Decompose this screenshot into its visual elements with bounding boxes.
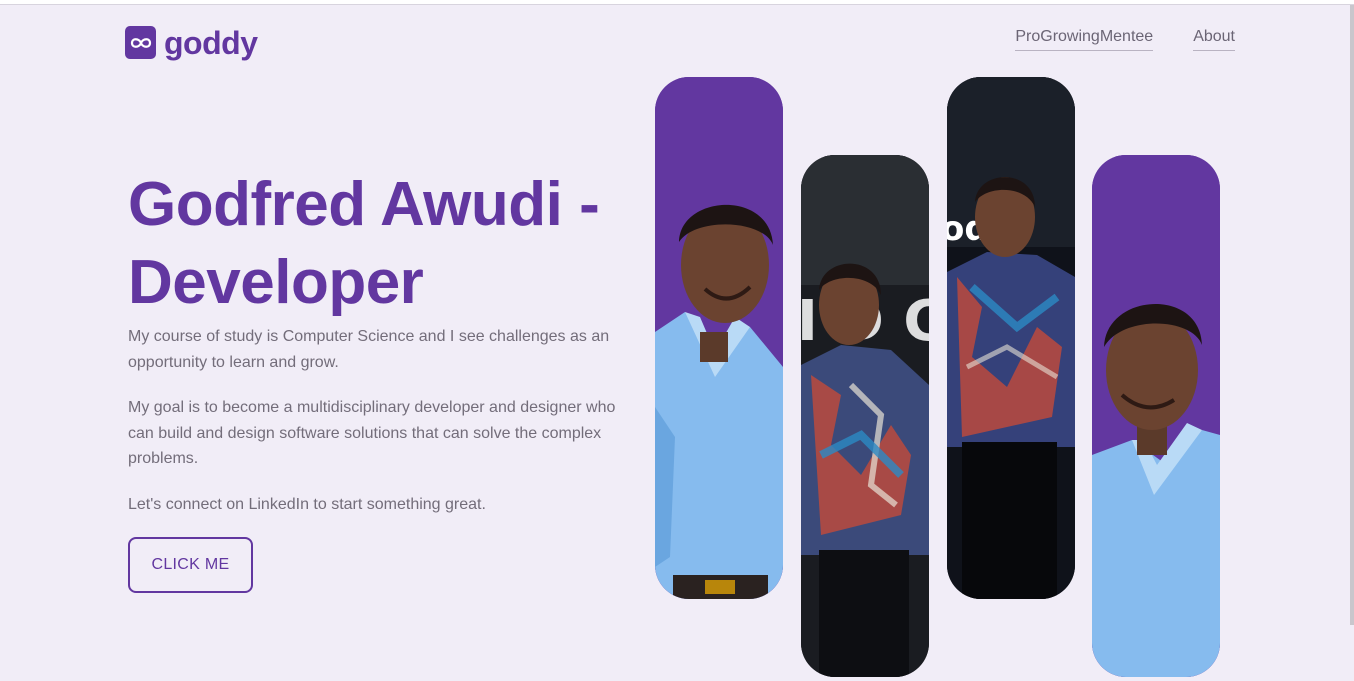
nav-link-about[interactable]: About [1193,28,1235,51]
goal-paragraph: My goal is to become a multidisciplinary… [128,399,616,467]
top-nav: ProGrowingMentee About [1015,28,1235,51]
infinity-icon [125,26,156,59]
brand-logo[interactable]: goddy [125,24,258,61]
hero-title: Godfred Awudi - Developer [128,166,628,322]
portrait-photo-1 [655,77,783,599]
hero-title-line-2: Developer [128,248,424,317]
intro-paragraph: My course of study is Computer Science a… [128,328,610,371]
hero-title-line-1: Godfred Awudi - [128,170,600,239]
portrait-photo-4 [1092,155,1220,677]
click-me-button[interactable]: CLICK ME [128,537,253,593]
brand-name: goddy [164,24,258,61]
connect-paragraph: Let's connect on LinkedIn to start somet… [128,496,486,513]
nav-link-progrowingmentee[interactable]: ProGrowingMentee [1015,28,1154,51]
browser-top-edge [0,0,1354,5]
portrait-photo-2: I D C [801,155,929,677]
portrait-photo-3: odys [947,77,1075,599]
page-scrollbar[interactable] [1350,5,1354,625]
